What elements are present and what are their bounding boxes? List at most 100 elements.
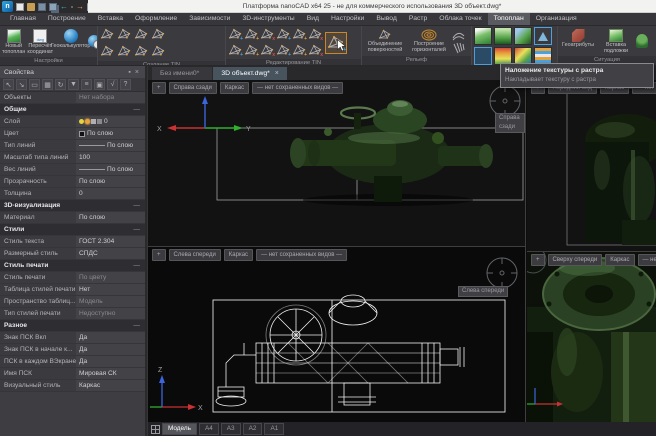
viewport-saved-views-button[interactable]: — нет сохраненных видов — bbox=[256, 249, 347, 261]
property-row[interactable]: Стили — bbox=[0, 224, 145, 236]
document-tab[interactable]: Без имени0* bbox=[152, 67, 212, 80]
help-icon[interactable]: ? bbox=[120, 79, 131, 90]
ribbon-tab[interactable]: Топоплан bbox=[488, 13, 530, 25]
tin-add-point-icon[interactable] bbox=[117, 44, 132, 59]
layout-tab[interactable]: А4 bbox=[199, 423, 219, 435]
close-tab-icon[interactable]: × bbox=[275, 67, 279, 80]
property-value[interactable]: По слою bbox=[76, 164, 145, 175]
property-row[interactable]: Разное — bbox=[0, 320, 145, 332]
property-row[interactable]: Толщина 0 bbox=[0, 188, 145, 200]
property-row[interactable]: Стиль печати — bbox=[0, 260, 145, 272]
property-value[interactable]: Да bbox=[76, 332, 145, 343]
property-row[interactable]: Тип стилей печати Недоступно bbox=[0, 308, 145, 320]
viewport-style-button[interactable]: Каркас bbox=[224, 249, 253, 261]
insert-underlay-button[interactable]: Вставка подложки bbox=[598, 27, 634, 55]
relief-green-icon[interactable] bbox=[494, 27, 512, 45]
ribbon-tab[interactable]: Организация bbox=[530, 13, 583, 25]
property-row[interactable]: Визуальный стиль Каркас bbox=[0, 380, 145, 392]
ribbon-tab[interactable]: 3D-инструменты bbox=[236, 13, 300, 25]
property-row[interactable]: Размерный стиль СПДС bbox=[0, 248, 145, 260]
calculator-icon[interactable]: √ bbox=[107, 79, 118, 90]
locator-view-label[interactable]: Слева спереди bbox=[458, 286, 508, 297]
ribbon-tab[interactable]: Растр bbox=[403, 13, 433, 25]
property-row[interactable]: ПСК в каждом ВЭкране Да bbox=[0, 356, 145, 368]
property-row[interactable]: 3D-визуализация — bbox=[0, 200, 145, 212]
properties-copy-icon[interactable]: ▣ bbox=[94, 79, 105, 90]
undo-icon[interactable]: ← bbox=[60, 3, 68, 11]
tin-add-node-icon[interactable] bbox=[276, 27, 291, 42]
tin-delete-point-icon[interactable] bbox=[244, 27, 259, 42]
new-topoplan-button[interactable]: Новый топоплан bbox=[2, 27, 25, 56]
collapse-icon[interactable]: — bbox=[133, 202, 145, 209]
property-value[interactable]: 0 bbox=[76, 188, 145, 199]
viewport-plus-button[interactable]: + bbox=[531, 254, 545, 266]
viewport-view-button[interactable]: Справа сзади bbox=[169, 82, 217, 94]
layout-list-icon[interactable] bbox=[151, 425, 160, 434]
ribbon-tab[interactable]: Главная bbox=[4, 13, 42, 25]
render-3d-top-right[interactable] bbox=[527, 80, 656, 252]
viewport-view-button[interactable]: Сверху спереди bbox=[548, 254, 603, 266]
ribbon-tab[interactable]: Вставка bbox=[92, 13, 129, 25]
property-value[interactable]: Недоступно bbox=[76, 308, 145, 319]
viewport-style-button[interactable]: Каркас bbox=[605, 254, 634, 266]
viewport-saved-views-button[interactable]: — нет сохраненных видов — bbox=[252, 82, 343, 94]
property-row[interactable]: Стиль печати По цвету bbox=[0, 272, 145, 284]
group-label-tin-create[interactable]: Создание TIN bbox=[98, 61, 225, 65]
ribbon-tab[interactable]: Построение bbox=[42, 13, 92, 25]
tree-icon[interactable] bbox=[636, 34, 648, 48]
property-value[interactable]: 0 bbox=[76, 116, 145, 127]
tin-edit-points-icon[interactable] bbox=[228, 27, 243, 42]
document-tab[interactable]: 3D объект.dwg* × bbox=[213, 67, 287, 80]
property-row[interactable]: Имя ПСК Мировая СК bbox=[0, 368, 145, 380]
property-value[interactable]: ГОСТ 2.304 bbox=[76, 236, 145, 247]
property-value[interactable]: Мировая СК bbox=[76, 368, 145, 379]
property-value[interactable]: СПДС bbox=[76, 248, 145, 259]
recalc-coordinates-button[interactable]: Пересчёт координат bbox=[27, 27, 53, 56]
property-row[interactable]: Знак ПСК в начале к... Да bbox=[0, 344, 145, 356]
property-value[interactable]: Нет bbox=[76, 284, 145, 295]
ribbon-tab[interactable]: Вид bbox=[301, 13, 325, 25]
property-row[interactable]: Общие — bbox=[0, 104, 145, 116]
globe-time-icon[interactable] bbox=[88, 35, 98, 47]
pick-add-icon[interactable]: ↖ bbox=[3, 79, 14, 90]
tin-build-icon[interactable] bbox=[100, 27, 115, 42]
viewport-bottom-left[interactable]: + Слева спереди Каркас — нет сохраненных… bbox=[148, 247, 526, 422]
viewport-saved-views-button[interactable]: — нет сохраненных видов — bbox=[638, 254, 656, 266]
ribbon-tab[interactable]: Настройки bbox=[325, 13, 370, 25]
property-row[interactable]: Материал По слою bbox=[0, 212, 145, 224]
property-row[interactable]: Масштаб типа линий 100 bbox=[0, 152, 145, 164]
group-label-settings[interactable]: Настройки bbox=[0, 57, 97, 65]
texture-from-raster-icon[interactable] bbox=[474, 47, 492, 65]
relief-shade-icon[interactable] bbox=[514, 27, 532, 45]
cycle-selection-icon[interactable]: ↻ bbox=[55, 79, 66, 90]
viewport-bottom-right[interactable]: + Сверху спереди Каркас — нет сохраненны… bbox=[527, 252, 656, 422]
tin-by-contour-icon[interactable] bbox=[100, 44, 115, 59]
save-icon[interactable] bbox=[38, 3, 46, 11]
property-value[interactable]: Каркас bbox=[76, 380, 145, 391]
render-wireframe-bottom-left[interactable]: X Z bbox=[148, 247, 526, 422]
property-value[interactable]: По слою bbox=[76, 212, 145, 223]
new-document-icon[interactable] bbox=[16, 3, 24, 11]
tin-hole-icon[interactable] bbox=[308, 43, 323, 58]
property-value[interactable]: Да bbox=[76, 356, 145, 367]
render-3d-bottom-right[interactable] bbox=[527, 252, 656, 422]
texture-image-icon[interactable] bbox=[474, 27, 492, 45]
render-3d-top-left[interactable]: X Y Z bbox=[148, 80, 526, 247]
property-row[interactable]: Вес линий По слою bbox=[0, 164, 145, 176]
geo-attributes-button[interactable]: Геоатрибуты bbox=[560, 27, 596, 55]
property-row[interactable]: Знак ПСК Вкл Да bbox=[0, 332, 145, 344]
property-value[interactable]: По цвету bbox=[76, 272, 145, 283]
quick-select-icon[interactable]: ≡ bbox=[81, 79, 92, 90]
property-value[interactable]: По слою bbox=[76, 140, 145, 151]
tin-boundary-icon[interactable] bbox=[292, 43, 307, 58]
viewport-style-button[interactable]: Каркас bbox=[220, 82, 249, 94]
geocalculator-button[interactable]: Геокалькулятор bbox=[55, 27, 86, 56]
collapse-icon[interactable]: — bbox=[133, 322, 145, 329]
viewport-plus-button[interactable]: + bbox=[152, 82, 166, 94]
property-value[interactable]: Да bbox=[76, 344, 145, 355]
collapse-icon[interactable]: — bbox=[133, 106, 145, 113]
property-row[interactable]: Объекты Нет набора bbox=[0, 92, 145, 104]
tin-freehand-icon[interactable] bbox=[151, 27, 166, 42]
tin-split-icon[interactable] bbox=[260, 43, 275, 58]
viewport-top-right[interactable]: + Передний вид Каркас — нет сохраненных … bbox=[527, 80, 656, 252]
